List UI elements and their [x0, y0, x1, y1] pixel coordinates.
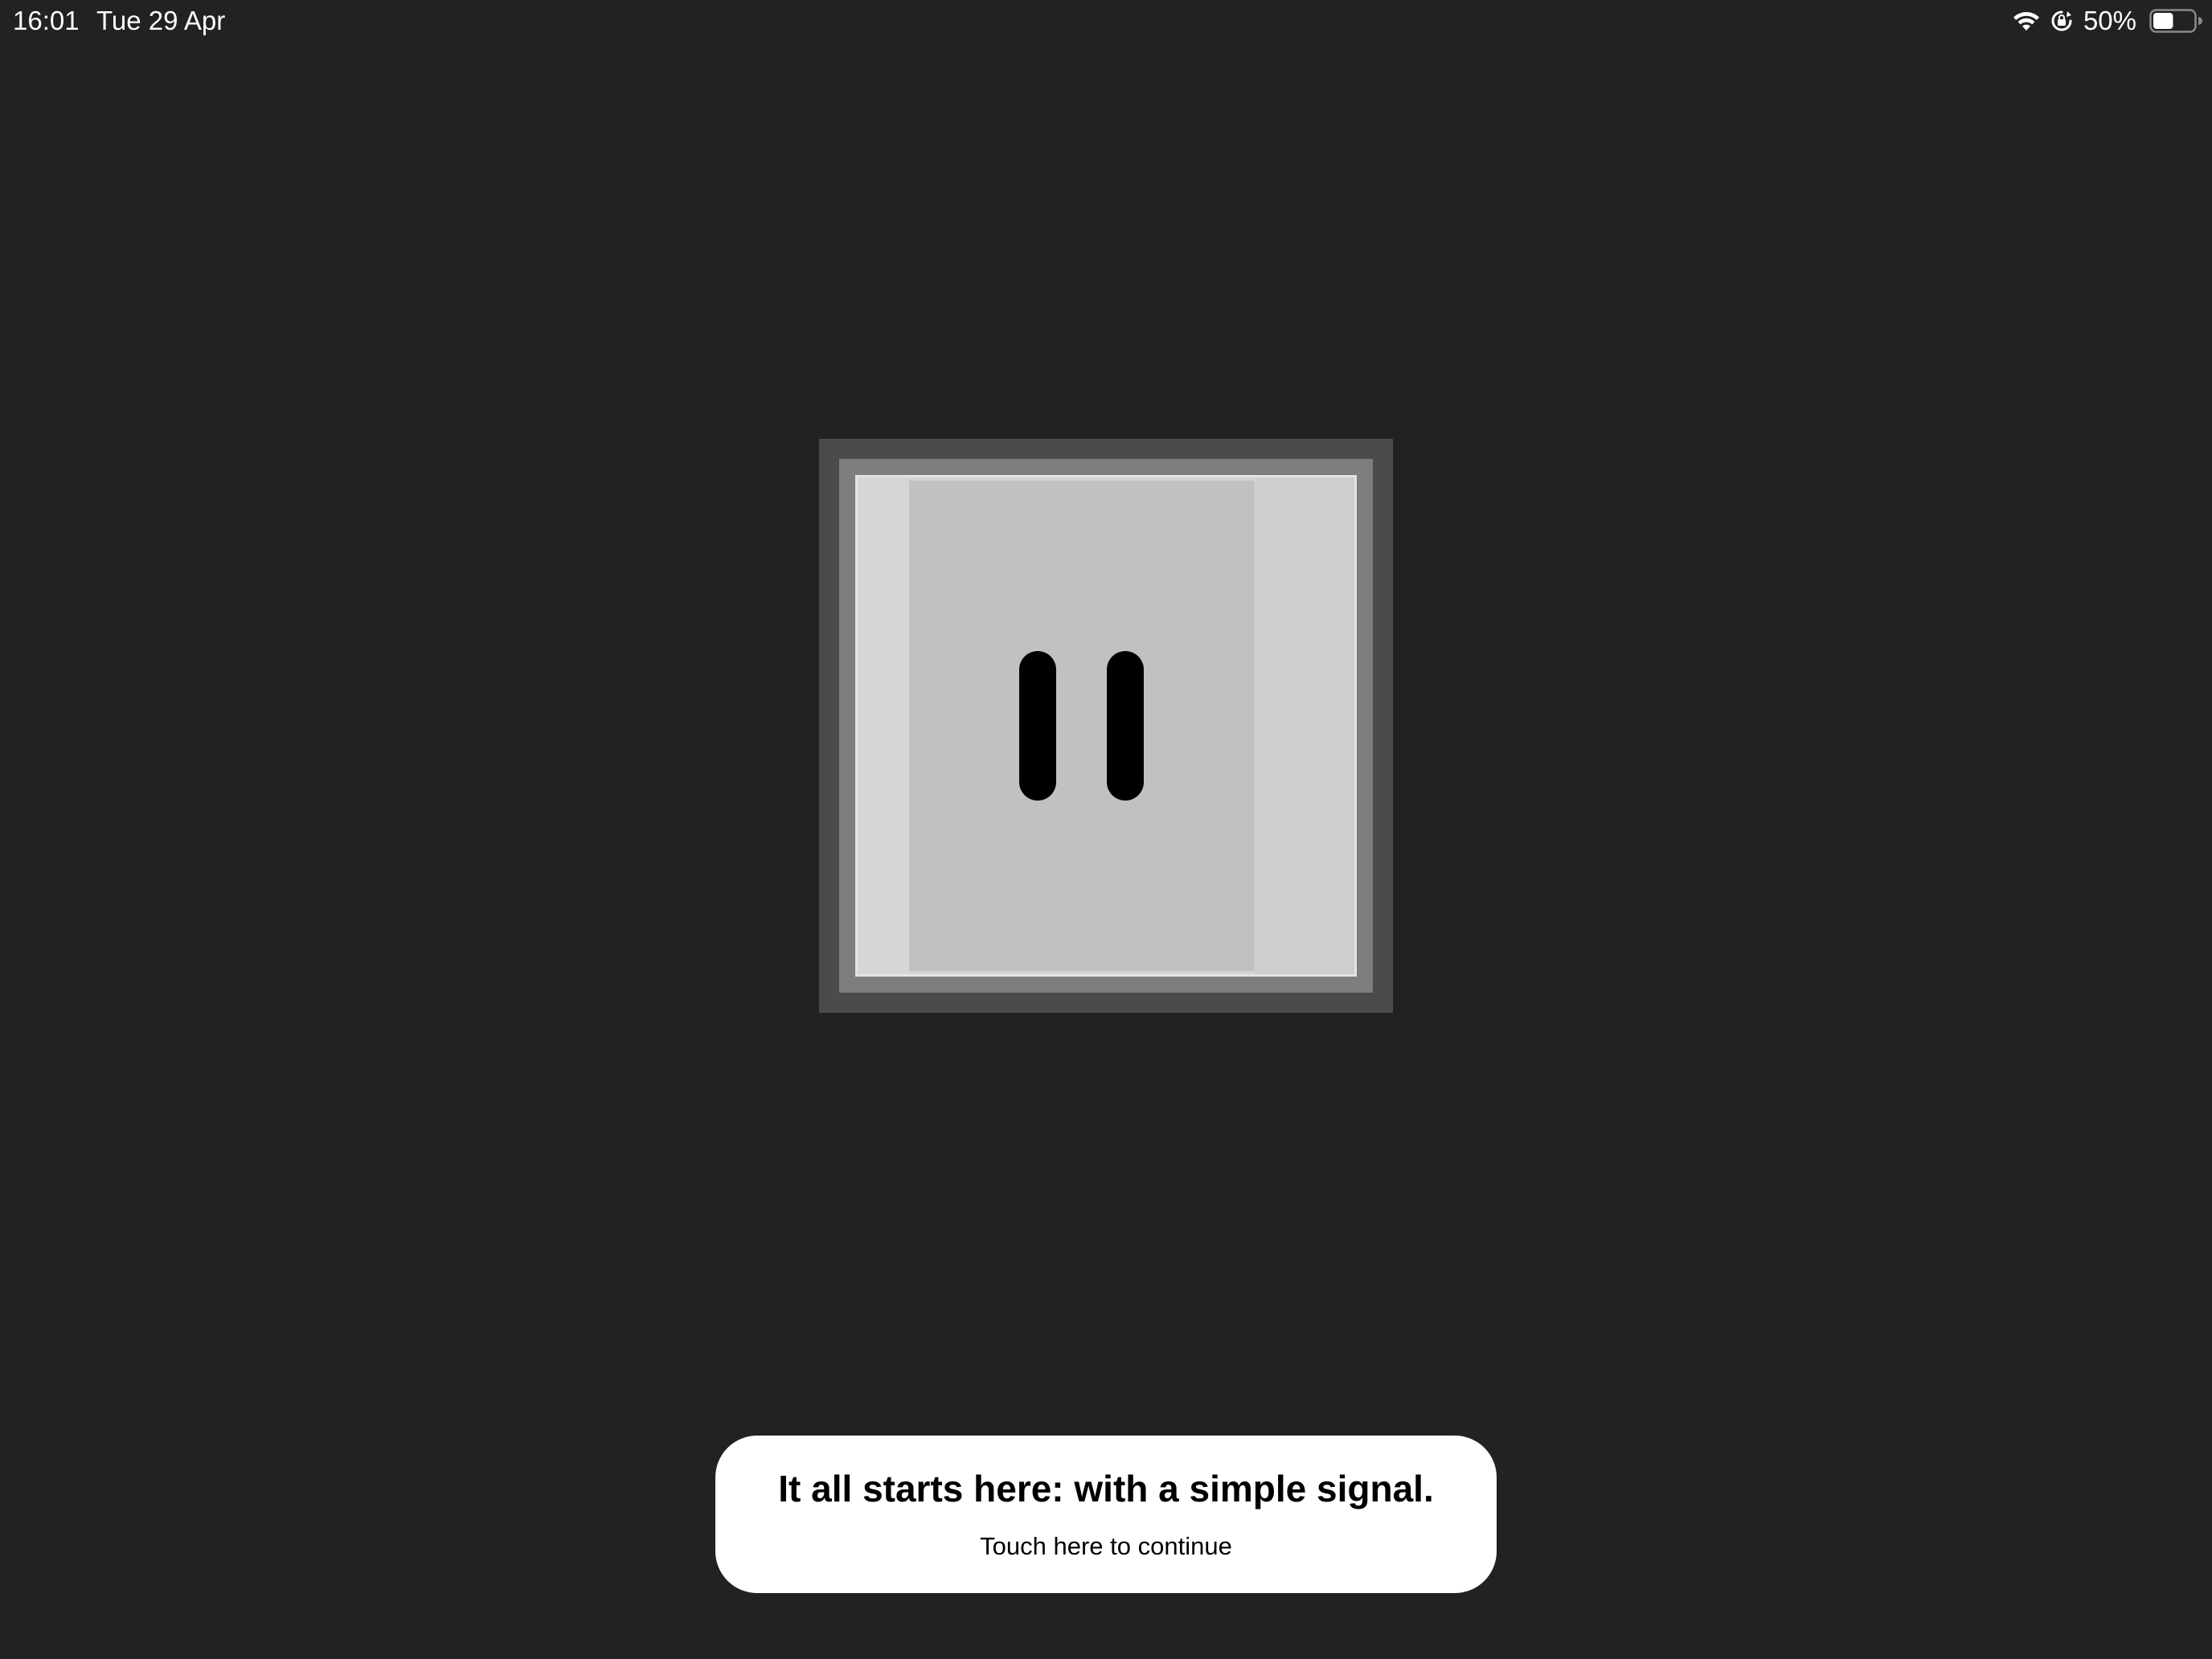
- wifi-icon: [2011, 9, 2042, 33]
- continue-card[interactable]: It all starts here: with a simple signal…: [715, 1436, 1497, 1593]
- signal-device-center-panel: [909, 481, 1254, 971]
- status-indicators: 50%: [2011, 3, 2202, 39]
- battery-percent: 50%: [2083, 6, 2136, 35]
- status-date: Tue 29 Apr: [96, 6, 226, 35]
- app-screen: 16:01 Tue 29 Apr 50% It all starts here:…: [0, 0, 2212, 1659]
- signal-device-left-panel: [858, 477, 909, 974]
- message-title: It all starts here: with a simple signal…: [778, 1468, 1434, 1509]
- continue-prompt: Touch here to continue: [980, 1532, 1232, 1560]
- status-time: 16:01: [13, 6, 80, 35]
- pause-icon-bar: [1107, 651, 1144, 801]
- pause-icon: [1019, 651, 1056, 801]
- battery-icon: [2149, 8, 2202, 34]
- signal-device-right-panel: [1254, 477, 1354, 974]
- orientation-lock-icon: [2050, 9, 2074, 33]
